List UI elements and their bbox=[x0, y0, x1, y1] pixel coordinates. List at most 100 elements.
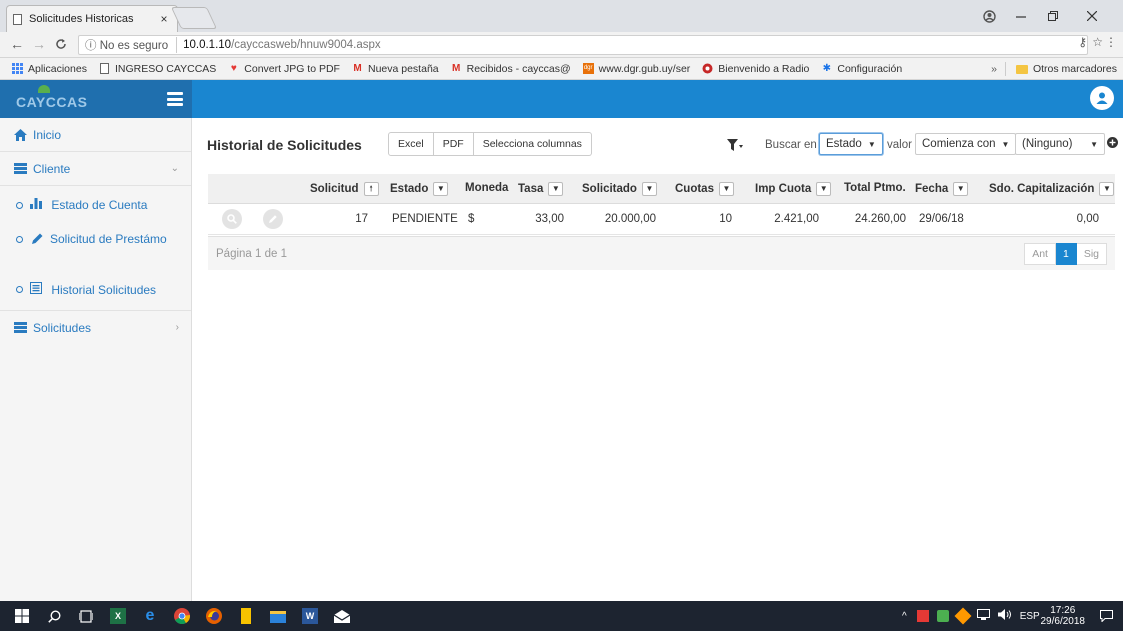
tray-app-icon[interactable] bbox=[936, 610, 949, 622]
cell-moneda: $ bbox=[468, 213, 475, 225]
other-bookmarks[interactable]: Otros marcadores bbox=[1033, 63, 1117, 75]
info-icon: ⓘ bbox=[85, 40, 97, 52]
language-indicator[interactable]: ESP bbox=[1020, 611, 1040, 622]
page-title: Historial de Solicitudes bbox=[207, 137, 362, 153]
bookmark-configuracion[interactable]: ✱ Configuración bbox=[821, 63, 903, 75]
bullet-icon bbox=[16, 286, 23, 293]
pagination: Ant 1 Sig bbox=[1024, 243, 1107, 265]
user-avatar-icon[interactable] bbox=[1090, 86, 1114, 110]
col-sdo-capitalizacion[interactable]: Sdo. Capitalización ▼ bbox=[989, 182, 1115, 196]
col-solicitado[interactable]: Solicitado ▼ bbox=[582, 182, 657, 196]
chevron-down-icon: ⌄ bbox=[170, 163, 179, 174]
sidebar-item-inicio[interactable]: Inicio bbox=[0, 118, 191, 152]
url-path: /cayccasweb/hnuw9004.aspx bbox=[231, 39, 381, 51]
edge-browser-icon[interactable]: e bbox=[142, 607, 158, 624]
next-page-button[interactable]: Sig bbox=[1076, 243, 1107, 265]
col-estado[interactable]: Estado ▼ bbox=[390, 182, 449, 196]
col-moneda[interactable]: Moneda bbox=[465, 182, 508, 194]
col-cuotas[interactable]: Cuotas ▼ bbox=[675, 182, 734, 196]
table-row[interactable]: 17 PENDIENTE $ 33,00 20.000,00 10 2.421,… bbox=[208, 204, 1115, 235]
chevron-up-icon[interactable]: ^ bbox=[902, 611, 907, 622]
caret-down-icon[interactable]: ▼ bbox=[548, 182, 564, 196]
menu-dots-icon[interactable]: ⋮ bbox=[1105, 35, 1117, 49]
tray-tool-icon[interactable] bbox=[954, 607, 972, 625]
notifications-icon[interactable] bbox=[1100, 610, 1113, 625]
value-label: valor bbox=[887, 139, 912, 151]
sort-asc-icon[interactable]: 🠕 bbox=[363, 182, 379, 196]
minimize-icon[interactable] bbox=[1006, 0, 1036, 32]
bookmark-aplicaciones[interactable]: Aplicaciones bbox=[12, 63, 87, 75]
operator-select[interactable]: Comienza con ▼ bbox=[915, 133, 1017, 155]
caret-down-icon[interactable]: ▼ bbox=[953, 182, 969, 196]
antivirus-tray-icon[interactable] bbox=[916, 610, 929, 622]
key-icon[interactable]: ⚷ bbox=[1078, 35, 1087, 49]
back-arrow-icon[interactable]: ← bbox=[10, 36, 24, 52]
col-solicitud[interactable]: Solicitud 🠕 bbox=[310, 182, 379, 196]
cell-imp-cuota: 2.421,00 bbox=[774, 213, 819, 225]
bookmark-nueva-pestana[interactable]: M Nueva pestaña bbox=[352, 63, 438, 75]
sidebar-item-solicitudes[interactable]: Solicitudes › bbox=[0, 310, 191, 344]
sidebar-subitem-estado-cuenta[interactable]: Estado de Cuenta bbox=[0, 198, 191, 212]
bookmark-radio[interactable]: Bienvenido a Radio bbox=[702, 63, 809, 75]
forward-arrow-icon[interactable]: → bbox=[32, 36, 46, 52]
select-columns-button[interactable]: Selecciona columnas bbox=[473, 132, 592, 156]
bookmark-recibidos[interactable]: M Recibidos - cayccas@ bbox=[451, 63, 571, 75]
edit-row-button[interactable] bbox=[263, 209, 283, 229]
volume-icon[interactable] bbox=[997, 609, 1012, 623]
close-window-icon[interactable] bbox=[1074, 0, 1110, 32]
caret-down-icon[interactable]: ▼ bbox=[1099, 182, 1115, 196]
profile-icon[interactable] bbox=[978, 0, 1000, 32]
bookmarks-overflow-icon[interactable]: » bbox=[991, 63, 997, 75]
pdf-button[interactable]: PDF bbox=[433, 132, 474, 156]
system-clock[interactable]: 17:26 29/6/2018 bbox=[1041, 605, 1086, 627]
col-fecha[interactable]: Fecha ▼ bbox=[915, 182, 969, 196]
hamburger-menu-icon[interactable] bbox=[167, 92, 183, 106]
browser-tab[interactable]: Solicitudes Historicas × bbox=[6, 5, 178, 32]
url-input[interactable]: ⓘ No es seguro 10.0.1.10/cayccasweb/hnuw… bbox=[78, 35, 1088, 55]
list-icon bbox=[14, 322, 28, 333]
brand-logo[interactable]: CAYCCAS bbox=[16, 94, 87, 110]
tab-title: Solicitudes Historicas bbox=[29, 13, 134, 25]
network-icon[interactable] bbox=[976, 609, 990, 623]
system-tray: ^ ESP bbox=[902, 601, 1040, 631]
security-indicator[interactable]: ⓘ No es seguro bbox=[85, 37, 178, 53]
reload-icon[interactable] bbox=[55, 36, 67, 53]
windows-start-icon[interactable] bbox=[14, 608, 30, 624]
bookmark-convert-jpg[interactable]: ♥ Convert JPG to PDF bbox=[228, 63, 340, 75]
excel-button[interactable]: Excel bbox=[388, 132, 434, 156]
home-icon bbox=[14, 128, 28, 141]
search-row-button[interactable] bbox=[222, 209, 242, 229]
bookmark-dgr[interactable]: dgr www.dgr.gub.uy/ser bbox=[582, 63, 690, 75]
firefox-browser-icon[interactable] bbox=[206, 608, 222, 624]
search-icon[interactable] bbox=[46, 608, 62, 624]
prev-page-button[interactable]: Ant bbox=[1024, 243, 1056, 265]
caret-down-icon[interactable]: ▼ bbox=[718, 182, 734, 196]
file-explorer-icon[interactable] bbox=[270, 608, 286, 624]
close-tab-icon[interactable]: × bbox=[157, 12, 171, 26]
chrome-browser-icon[interactable] bbox=[174, 608, 190, 624]
word-app-icon[interactable]: W bbox=[302, 608, 318, 624]
sidebar-subitem-historial[interactable]: Historial Solicitudes bbox=[0, 282, 191, 297]
star-icon[interactable]: ☆ bbox=[1092, 35, 1103, 49]
mail-app-icon[interactable] bbox=[334, 608, 350, 624]
task-view-icon[interactable] bbox=[78, 608, 94, 624]
notes-app-icon[interactable] bbox=[238, 608, 254, 624]
sidebar-item-cliente[interactable]: Cliente ⌄ bbox=[0, 152, 191, 186]
caret-down-icon[interactable]: ▼ bbox=[641, 182, 657, 196]
cell-estado: PENDIENTE bbox=[392, 213, 458, 225]
sidebar-subitem-solicitud-prestamo[interactable]: Solicitud de Prestámo bbox=[0, 232, 191, 247]
restore-icon[interactable] bbox=[1038, 0, 1068, 32]
caret-down-icon[interactable]: ▼ bbox=[816, 182, 832, 196]
col-total-ptmo[interactable]: Total Ptmo. bbox=[844, 182, 906, 194]
filter-icon[interactable] bbox=[727, 134, 743, 156]
search-in-select[interactable]: Estado ▼ bbox=[819, 133, 883, 155]
bookmark-ingreso-cayccas[interactable]: INGRESO CAYCCAS bbox=[99, 63, 216, 75]
col-tasa[interactable]: Tasa ▼ bbox=[518, 182, 564, 196]
add-filter-icon[interactable] bbox=[1107, 137, 1118, 151]
col-imp-cuota[interactable]: Imp Cuota ▼ bbox=[755, 182, 832, 196]
excel-app-icon[interactable]: X bbox=[110, 608, 126, 624]
caret-down-icon[interactable]: ▼ bbox=[433, 182, 449, 196]
value-select[interactable]: (Ninguno) ▼ bbox=[1015, 133, 1105, 155]
page-1-button[interactable]: 1 bbox=[1055, 243, 1077, 265]
table-header: Solicitud 🠕 Estado ▼ Moneda Tasa ▼ Solicita… bbox=[208, 174, 1115, 204]
